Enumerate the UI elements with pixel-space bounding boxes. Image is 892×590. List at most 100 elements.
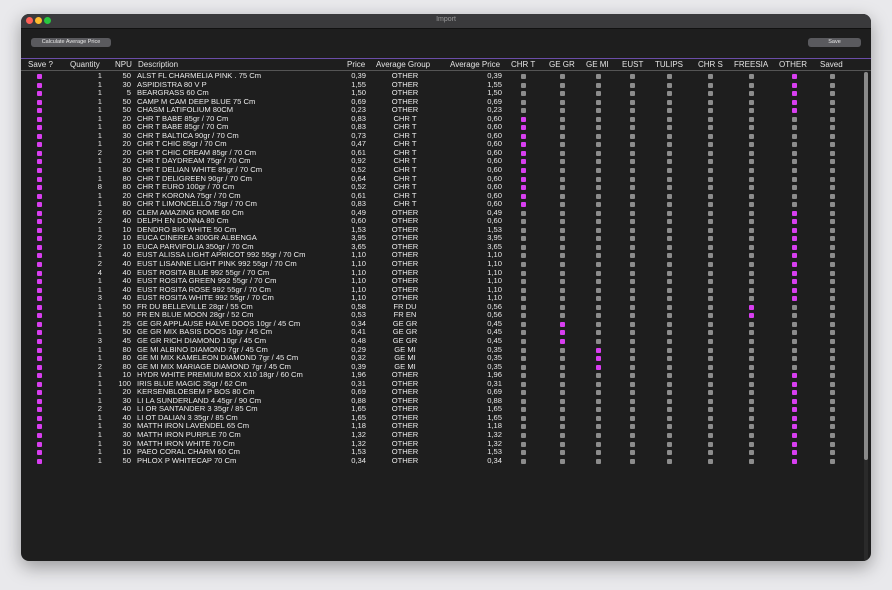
saved-checkbox[interactable] [830,441,835,447]
gemi-checkbox[interactable] [596,108,601,114]
freesia-checkbox[interactable] [749,91,754,97]
gemi-checkbox[interactable] [596,116,601,122]
save-checkbox[interactable] [37,415,42,421]
chrt-checkbox[interactable] [521,253,526,259]
gegr-checkbox[interactable] [560,415,565,421]
tulips-checkbox[interactable] [667,150,672,156]
gegr-checkbox[interactable] [560,432,565,438]
header-saved[interactable]: Saved [820,59,843,70]
header-eust[interactable]: EUST [622,59,643,70]
header-price[interactable]: Price [347,59,365,70]
chrs-checkbox[interactable] [708,244,713,250]
gemi-checkbox[interactable] [596,373,601,379]
chrs-checkbox[interactable] [708,450,713,456]
chrs-checkbox[interactable] [708,227,713,233]
save-checkbox[interactable] [37,236,42,242]
save-checkbox[interactable] [37,244,42,250]
eust-checkbox[interactable] [630,364,635,370]
chrs-checkbox[interactable] [708,142,713,148]
freesia-checkbox[interactable] [749,287,754,293]
header-quantity[interactable]: Quantity [70,59,100,70]
save-checkbox[interactable] [37,450,42,456]
gemi-checkbox[interactable] [596,253,601,259]
saved-checkbox[interactable] [830,270,835,276]
gemi-checkbox[interactable] [596,304,601,310]
scrollbar-thumb[interactable] [864,72,868,460]
freesia-checkbox[interactable] [749,202,754,208]
save-checkbox[interactable] [37,91,42,97]
chrt-checkbox[interactable] [521,381,526,387]
tulips-checkbox[interactable] [667,364,672,370]
eust-checkbox[interactable] [630,227,635,233]
eust-checkbox[interactable] [630,116,635,122]
gegr-checkbox[interactable] [560,450,565,456]
gegr-checkbox[interactable] [560,82,565,88]
gemi-checkbox[interactable] [596,296,601,302]
header-chr-t[interactable]: CHR T [511,59,535,70]
chrs-checkbox[interactable] [708,398,713,404]
freesia-checkbox[interactable] [749,159,754,165]
other-checkbox[interactable] [792,381,797,387]
saved-checkbox[interactable] [830,262,835,268]
freesia-checkbox[interactable] [749,116,754,122]
save-checkbox[interactable] [37,381,42,387]
save-checkbox[interactable] [37,321,42,327]
gegr-checkbox[interactable] [560,270,565,276]
freesia-checkbox[interactable] [749,390,754,396]
tulips-checkbox[interactable] [667,142,672,148]
gemi-checkbox[interactable] [596,270,601,276]
save-checkbox[interactable] [37,74,42,79]
chrs-checkbox[interactable] [708,356,713,362]
freesia-checkbox[interactable] [749,82,754,88]
gegr-checkbox[interactable] [560,338,565,344]
saved-checkbox[interactable] [830,142,835,148]
tulips-checkbox[interactable] [667,185,672,191]
gemi-checkbox[interactable] [596,91,601,97]
gegr-checkbox[interactable] [560,125,565,131]
gemi-checkbox[interactable] [596,142,601,148]
other-checkbox[interactable] [792,424,797,430]
chrt-checkbox[interactable] [521,296,526,302]
saved-checkbox[interactable] [830,74,835,79]
tulips-checkbox[interactable] [667,432,672,438]
tulips-checkbox[interactable] [667,424,672,430]
eust-checkbox[interactable] [630,356,635,362]
header-save[interactable]: Save ? [28,59,53,70]
tulips-checkbox[interactable] [667,176,672,182]
save-checkbox[interactable] [37,116,42,122]
gegr-checkbox[interactable] [560,313,565,319]
tulips-checkbox[interactable] [667,91,672,97]
chrt-checkbox[interactable] [521,373,526,379]
gemi-checkbox[interactable] [596,168,601,174]
freesia-checkbox[interactable] [749,185,754,191]
tulips-checkbox[interactable] [667,398,672,404]
calculate-average-price-button[interactable]: Calculate Average Price [31,38,111,47]
gemi-checkbox[interactable] [596,125,601,131]
eust-checkbox[interactable] [630,390,635,396]
saved-checkbox[interactable] [830,381,835,387]
save-checkbox[interactable] [37,304,42,310]
tulips-checkbox[interactable] [667,321,672,327]
eust-checkbox[interactable] [630,176,635,182]
header-average-group[interactable]: Average Group [376,59,430,70]
header-description[interactable]: Description [138,59,178,70]
freesia-checkbox[interactable] [749,125,754,131]
other-checkbox[interactable] [792,347,797,353]
eust-checkbox[interactable] [630,125,635,131]
other-checkbox[interactable] [792,99,797,105]
eust-checkbox[interactable] [630,74,635,79]
tulips-checkbox[interactable] [667,168,672,174]
save-checkbox[interactable] [37,159,42,165]
chrs-checkbox[interactable] [708,441,713,447]
other-checkbox[interactable] [792,176,797,182]
tulips-checkbox[interactable] [667,304,672,310]
chrt-checkbox[interactable] [521,142,526,148]
tulips-checkbox[interactable] [667,441,672,447]
other-checkbox[interactable] [792,270,797,276]
saved-checkbox[interactable] [830,168,835,174]
saved-checkbox[interactable] [830,210,835,216]
freesia-checkbox[interactable] [749,210,754,216]
header-freesia[interactable]: FREESIA [734,59,768,70]
other-checkbox[interactable] [792,356,797,362]
chrt-checkbox[interactable] [521,270,526,276]
